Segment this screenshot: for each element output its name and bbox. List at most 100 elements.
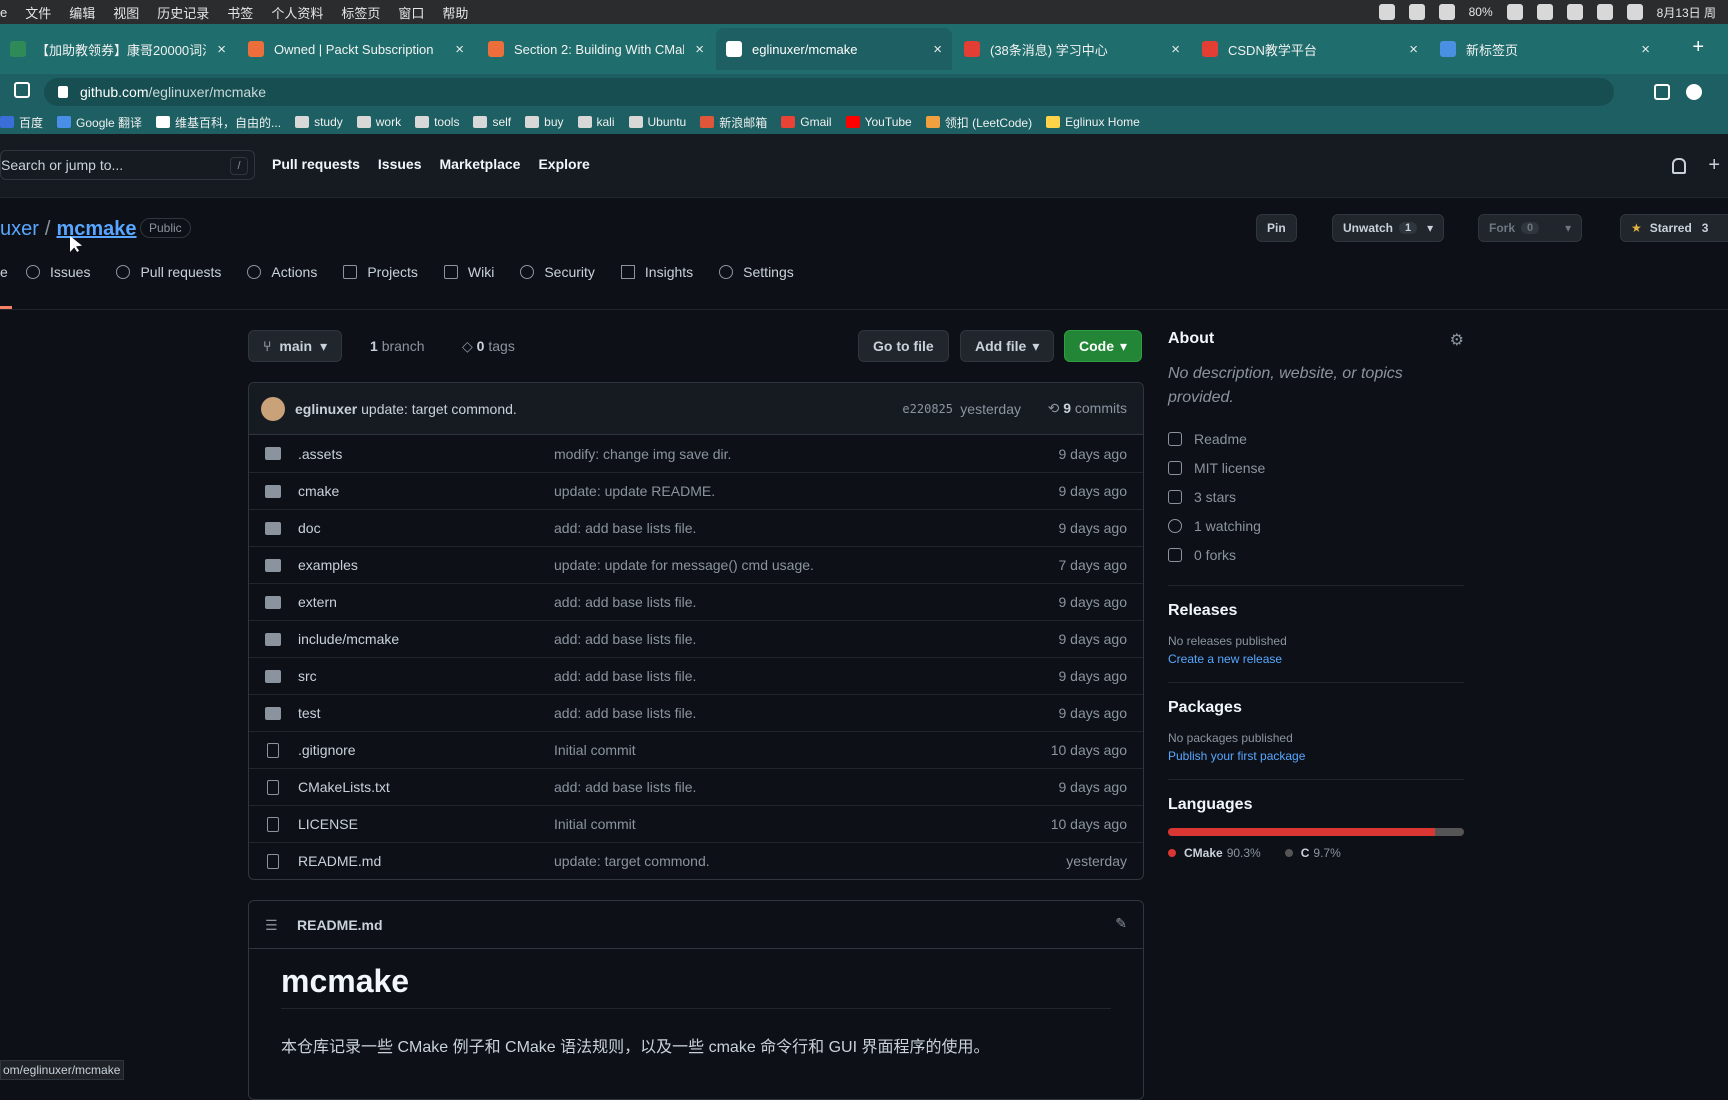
- siri-icon[interactable]: [1626, 4, 1643, 20]
- starred-button[interactable]: ★ Starred 3: [1620, 214, 1728, 242]
- nav-marketplace[interactable]: Marketplace: [440, 156, 521, 172]
- file-commit-message[interactable]: Initial commit: [554, 816, 636, 832]
- table-row[interactable]: include/mcmake add: add base lists file. 9…: [249, 620, 1143, 657]
- pencil-icon[interactable]: ✎: [1115, 915, 1127, 932]
- tab-pull-requests[interactable]: Pull requests: [116, 264, 221, 280]
- license-link[interactable]: MIT license: [1168, 453, 1464, 482]
- nav-issues[interactable]: Issues: [378, 156, 422, 172]
- table-row[interactable]: LICENSE Initial commit 10 days ago: [249, 805, 1143, 842]
- repo-owner[interactable]: uxer: [0, 218, 39, 240]
- readme-link[interactable]: Readme: [1168, 424, 1464, 453]
- close-icon[interactable]: ×: [1171, 41, 1180, 58]
- browser-tab[interactable]: CSDN教学平台 ×: [1192, 28, 1428, 70]
- profile-icon[interactable]: [1686, 84, 1702, 100]
- table-row[interactable]: src add: add base lists file. 9 days ago: [249, 657, 1143, 694]
- bookmark-item[interactable]: Google 翻译: [57, 114, 142, 131]
- wechat-icon[interactable]: [1408, 4, 1425, 20]
- menu-app[interactable]: e: [0, 5, 7, 20]
- bookmark-item[interactable]: buy: [525, 115, 564, 129]
- file-name-link[interactable]: doc: [298, 520, 321, 536]
- tab-security[interactable]: Security: [520, 264, 595, 280]
- file-name-link[interactable]: CMakeLists.txt: [298, 779, 390, 795]
- commit-author[interactable]: eglinuxer: [295, 401, 357, 417]
- menu-window[interactable]: 窗口: [398, 3, 424, 22]
- file-commit-message[interactable]: add: add base lists file.: [554, 631, 696, 647]
- input-method-icon[interactable]: [1566, 4, 1583, 20]
- tab-actions[interactable]: Actions: [247, 264, 317, 280]
- file-commit-message[interactable]: add: add base lists file.: [554, 594, 696, 610]
- stars-link[interactable]: 3 stars: [1168, 482, 1464, 511]
- battery-icon[interactable]: [1506, 4, 1523, 20]
- nav-pull-requests[interactable]: Pull requests: [272, 156, 360, 172]
- menu-profile[interactable]: 个人资料: [271, 3, 323, 22]
- tags-link[interactable]: ◇ 0 tags: [462, 338, 515, 355]
- list-icon[interactable]: ☰: [265, 917, 278, 934]
- wifi-icon[interactable]: [1536, 4, 1553, 20]
- close-icon[interactable]: ×: [455, 41, 464, 58]
- chevron-down-icon[interactable]: ▾: [1565, 221, 1571, 235]
- bookmark-item[interactable]: 百度: [0, 114, 43, 131]
- menu-history[interactable]: 历史记录: [157, 3, 209, 22]
- control-center-icon[interactable]: [1596, 4, 1613, 20]
- branch-select-button[interactable]: ⑂ main ▾: [248, 330, 343, 362]
- packages-title[interactable]: Packages: [1168, 699, 1464, 717]
- browser-tab[interactable]: Owned | Packt Subscription ×: [238, 28, 474, 70]
- bookmark-item[interactable]: YouTube: [845, 115, 912, 129]
- file-name-link[interactable]: .assets: [298, 446, 342, 462]
- tab-projects[interactable]: Projects: [343, 264, 418, 280]
- close-icon[interactable]: ×: [1641, 41, 1650, 58]
- tab-issues[interactable]: Issues: [26, 264, 90, 280]
- table-row[interactable]: doc add: add base lists file. 9 days ago: [249, 509, 1143, 546]
- add-file-button[interactable]: Add file ▾: [960, 330, 1055, 362]
- language-item[interactable]: CMake 90.3%: [1168, 846, 1261, 860]
- plus-icon[interactable]: +: [1708, 154, 1720, 177]
- menu-file[interactable]: 文件: [25, 3, 51, 22]
- bookmark-item[interactable]: Ubuntu: [628, 115, 686, 129]
- home-icon[interactable]: [14, 82, 30, 98]
- tab-code-partial[interactable]: e: [0, 264, 26, 280]
- browser-tab[interactable]: eglinuxer/mcmake ×: [716, 28, 952, 70]
- bookmark-item[interactable]: tools: [415, 115, 459, 129]
- chevron-down-icon[interactable]: ▾: [1427, 221, 1433, 235]
- file-commit-message[interactable]: modify: change img save dir.: [554, 446, 731, 462]
- commit-message[interactable]: update: target commond.: [361, 401, 517, 417]
- browser-tab[interactable]: 新标签页 ×: [1430, 28, 1660, 70]
- language-item[interactable]: C 9.7%: [1284, 846, 1341, 860]
- file-name-link[interactable]: extern: [298, 594, 337, 610]
- fork-button[interactable]: Fork 0 ▾: [1478, 214, 1583, 242]
- bookmark-item[interactable]: 领扣 (LeetCode): [925, 114, 1032, 131]
- avatar[interactable]: [261, 396, 285, 421]
- bookmark-item[interactable]: study: [295, 115, 343, 129]
- file-commit-message[interactable]: add: add base lists file.: [554, 668, 696, 684]
- address-bar[interactable]: github.com/eglinuxer/mcmake: [44, 78, 1614, 106]
- create-release-link[interactable]: Create a new release: [1168, 652, 1464, 666]
- close-icon[interactable]: ×: [1409, 41, 1418, 58]
- bookmark-item[interactable]: 新浪邮箱: [700, 114, 767, 131]
- tab-insights[interactable]: Insights: [620, 264, 693, 280]
- tab-wiki[interactable]: Wiki: [443, 264, 494, 280]
- file-name-link[interactable]: include/mcmake: [298, 631, 399, 647]
- table-row[interactable]: cmake update: update README. 9 days ago: [249, 472, 1143, 509]
- pin-button[interactable]: Pin: [1256, 214, 1297, 242]
- go-to-file-button[interactable]: Go to file: [858, 330, 949, 362]
- menu-tabs[interactable]: 标签页: [341, 3, 380, 22]
- close-icon[interactable]: ×: [933, 41, 942, 58]
- file-commit-message[interactable]: add: add base lists file.: [554, 779, 696, 795]
- bookmark-item[interactable]: self: [473, 115, 511, 129]
- play-icon[interactable]: [1438, 4, 1455, 20]
- extension-icon[interactable]: [1654, 84, 1670, 100]
- file-name-link[interactable]: LICENSE: [298, 816, 358, 832]
- file-commit-message[interactable]: Initial commit: [554, 742, 636, 758]
- menu-help[interactable]: 帮助: [442, 3, 468, 22]
- browser-tab[interactable]: Section 2: Building With CMake ×: [478, 28, 714, 70]
- commit-sha[interactable]: e220825: [902, 402, 953, 416]
- file-commit-message[interactable]: update: update for message() cmd usage.: [554, 557, 814, 573]
- repo-name[interactable]: mcmake: [56, 218, 136, 240]
- table-row[interactable]: test add: add base lists file. 9 days ago: [249, 694, 1143, 731]
- table-row[interactable]: README.md update: target commond. yesterda…: [249, 842, 1143, 879]
- table-row[interactable]: .gitignore Initial commit 10 days ago: [249, 731, 1143, 768]
- search-input[interactable]: Search or jump to... /: [0, 150, 255, 180]
- close-icon[interactable]: ×: [217, 41, 226, 58]
- menu-bookmarks[interactable]: 书签: [227, 3, 253, 22]
- browser-tab[interactable]: 【加助教领券】康哥20000词汇 ×: [0, 28, 236, 70]
